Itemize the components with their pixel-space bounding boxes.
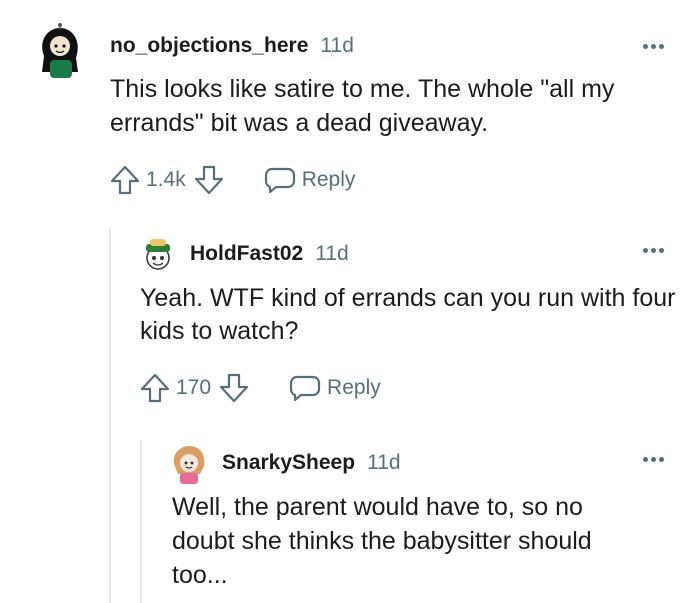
comment-body: Well, the parent would have to, so no do… (172, 493, 592, 589)
more-options-icon[interactable] (643, 457, 664, 462)
snoo-avatar-icon (173, 446, 205, 484)
comment-3: SnarkySheep 11d Well, the parent would h… (0, 0, 700, 603)
comment-timestamp: 11d (367, 451, 401, 474)
comment-author[interactable]: SnarkySheep (222, 451, 355, 475)
user-avatar[interactable] (170, 444, 208, 484)
